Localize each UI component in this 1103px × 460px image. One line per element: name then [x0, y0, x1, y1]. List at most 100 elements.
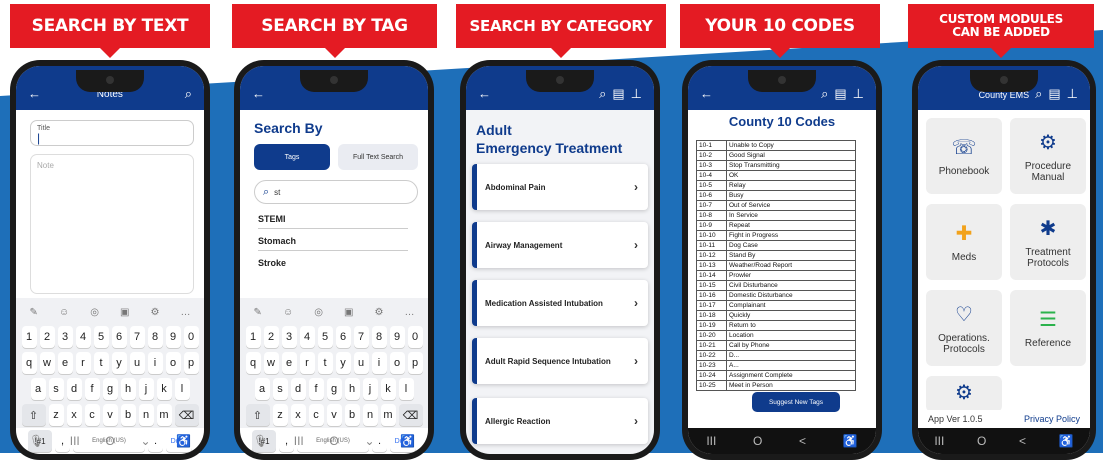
title-field[interactable]: Title | — [30, 120, 194, 146]
backspace-key-icon[interactable]: ⌫ — [174, 404, 199, 426]
key[interactable]: p — [407, 352, 423, 374]
key[interactable]: 8 — [371, 326, 387, 348]
clipboard-icon[interactable]: ▣ — [344, 307, 353, 318]
shift-key-icon[interactable]: ⇧ — [245, 404, 270, 426]
key[interactable]: x — [290, 404, 306, 426]
key[interactable]: j — [362, 378, 378, 400]
key[interactable]: 5 — [93, 326, 109, 348]
key[interactable]: p — [183, 352, 199, 374]
accessibility-icon[interactable]: ♿ — [843, 434, 858, 448]
key[interactable]: d — [290, 378, 306, 400]
key[interactable]: i — [147, 352, 163, 374]
key[interactable]: 7 — [353, 326, 369, 348]
key[interactable]: 8 — [147, 326, 163, 348]
key[interactable]: y — [111, 352, 127, 374]
key[interactable]: m — [380, 404, 396, 426]
key[interactable]: 4 — [299, 326, 315, 348]
key[interactable]: 1 — [21, 326, 37, 348]
key[interactable]: x — [66, 404, 82, 426]
key[interactable]: 6 — [111, 326, 127, 348]
key[interactable]: g — [102, 378, 118, 400]
key[interactable]: 2 — [263, 326, 279, 348]
tile-extra[interactable]: ⚙ — [926, 376, 1002, 412]
key[interactable]: c — [84, 404, 100, 426]
sticker-icon[interactable]: ◎ — [90, 307, 99, 318]
key[interactable]: i — [371, 352, 387, 374]
more-icon[interactable]: … — [404, 307, 414, 318]
more-icon[interactable]: … — [180, 307, 190, 318]
key[interactable]: w — [39, 352, 55, 374]
tag-result[interactable]: STEMI — [258, 214, 408, 229]
tab-full-text[interactable]: Full Text Search — [338, 144, 418, 170]
key[interactable]: w — [263, 352, 279, 374]
tag-result[interactable]: Stroke — [258, 258, 408, 272]
ten-codes-icon[interactable]: ⊥ — [631, 87, 642, 100]
key[interactable]: f — [84, 378, 100, 400]
home-button[interactable]: O — [753, 434, 762, 448]
search-icon[interactable]: ⌕ — [185, 87, 192, 100]
key[interactable]: e — [281, 352, 297, 374]
key[interactable]: s — [48, 378, 64, 400]
tag-search-input[interactable]: ⌕ st — [254, 180, 418, 204]
tab-tags[interactable]: Tags — [254, 144, 330, 170]
key[interactable]: 2 — [39, 326, 55, 348]
gear-icon[interactable]: ⚙ — [150, 307, 159, 318]
key[interactable]: 3 — [281, 326, 297, 348]
key[interactable]: e — [57, 352, 73, 374]
key[interactable]: 1 — [245, 326, 261, 348]
search-icon[interactable]: ⌕ — [1035, 87, 1042, 100]
key[interactable]: l — [174, 378, 190, 400]
key[interactable]: q — [21, 352, 37, 374]
tile-reference[interactable]: ☰ Reference — [1010, 290, 1086, 366]
key[interactable]: q — [245, 352, 261, 374]
key[interactable]: 7 — [129, 326, 145, 348]
category-item[interactable]: Abdominal Pain › — [472, 164, 648, 210]
key[interactable]: z — [272, 404, 288, 426]
shift-key-icon[interactable]: ⇧ — [21, 404, 46, 426]
key[interactable]: k — [380, 378, 396, 400]
key[interactable]: n — [362, 404, 378, 426]
category-item[interactable]: Allergic Reaction › — [472, 398, 648, 444]
key[interactable]: r — [299, 352, 315, 374]
key[interactable]: y — [335, 352, 351, 374]
backspace-key-icon[interactable]: ⌫ — [398, 404, 423, 426]
key[interactable]: n — [138, 404, 154, 426]
home-button[interactable]: O — [329, 434, 338, 448]
back-button[interactable]: < — [799, 434, 806, 448]
back-button[interactable]: < — [1019, 434, 1026, 448]
search-icon[interactable]: ⌕ — [821, 87, 828, 100]
key[interactable]: a — [30, 378, 46, 400]
key[interactable]: 6 — [335, 326, 351, 348]
notes-icon[interactable]: ▤ — [834, 87, 846, 100]
recent-apps-button[interactable]: III — [706, 434, 716, 448]
home-button[interactable]: O — [105, 434, 114, 448]
key[interactable]: u — [129, 352, 145, 374]
key[interactable]: 3 — [57, 326, 73, 348]
key[interactable]: 9 — [165, 326, 181, 348]
tile-meds[interactable]: ✚ Meds — [926, 204, 1002, 280]
key[interactable]: j — [138, 378, 154, 400]
mic-icon[interactable]: 🎙 — [29, 434, 44, 448]
key[interactable]: c — [308, 404, 324, 426]
key[interactable]: 9 — [389, 326, 405, 348]
recent-apps-button[interactable]: III — [934, 434, 944, 448]
tile-operations-protocols[interactable]: ♡ Operations. Protocols — [926, 290, 1002, 366]
emoji-icon[interactable]: ☺ — [283, 307, 293, 318]
recent-apps-button[interactable]: III — [70, 434, 80, 448]
clipboard-icon[interactable]: ▣ — [120, 307, 129, 318]
key[interactable]: 0 — [183, 326, 199, 348]
mic-icon[interactable]: 🎙 — [253, 434, 268, 448]
key[interactable]: g — [326, 378, 342, 400]
category-item[interactable]: Medication Assisted Intubation › — [472, 280, 648, 326]
key[interactable]: h — [344, 378, 360, 400]
key[interactable]: 5 — [317, 326, 333, 348]
key[interactable]: l — [398, 378, 414, 400]
recent-apps-button[interactable]: III — [294, 434, 304, 448]
mic-icon[interactable]: ✎ — [30, 307, 38, 318]
key[interactable]: s — [272, 378, 288, 400]
privacy-policy-link[interactable]: Privacy Policy — [1024, 414, 1080, 424]
tile-treatment-protocols[interactable]: ✱ Treatment Protocols — [1010, 204, 1086, 280]
key[interactable]: v — [326, 404, 342, 426]
key[interactable]: f — [308, 378, 324, 400]
search-icon[interactable]: ⌕ — [599, 87, 606, 100]
